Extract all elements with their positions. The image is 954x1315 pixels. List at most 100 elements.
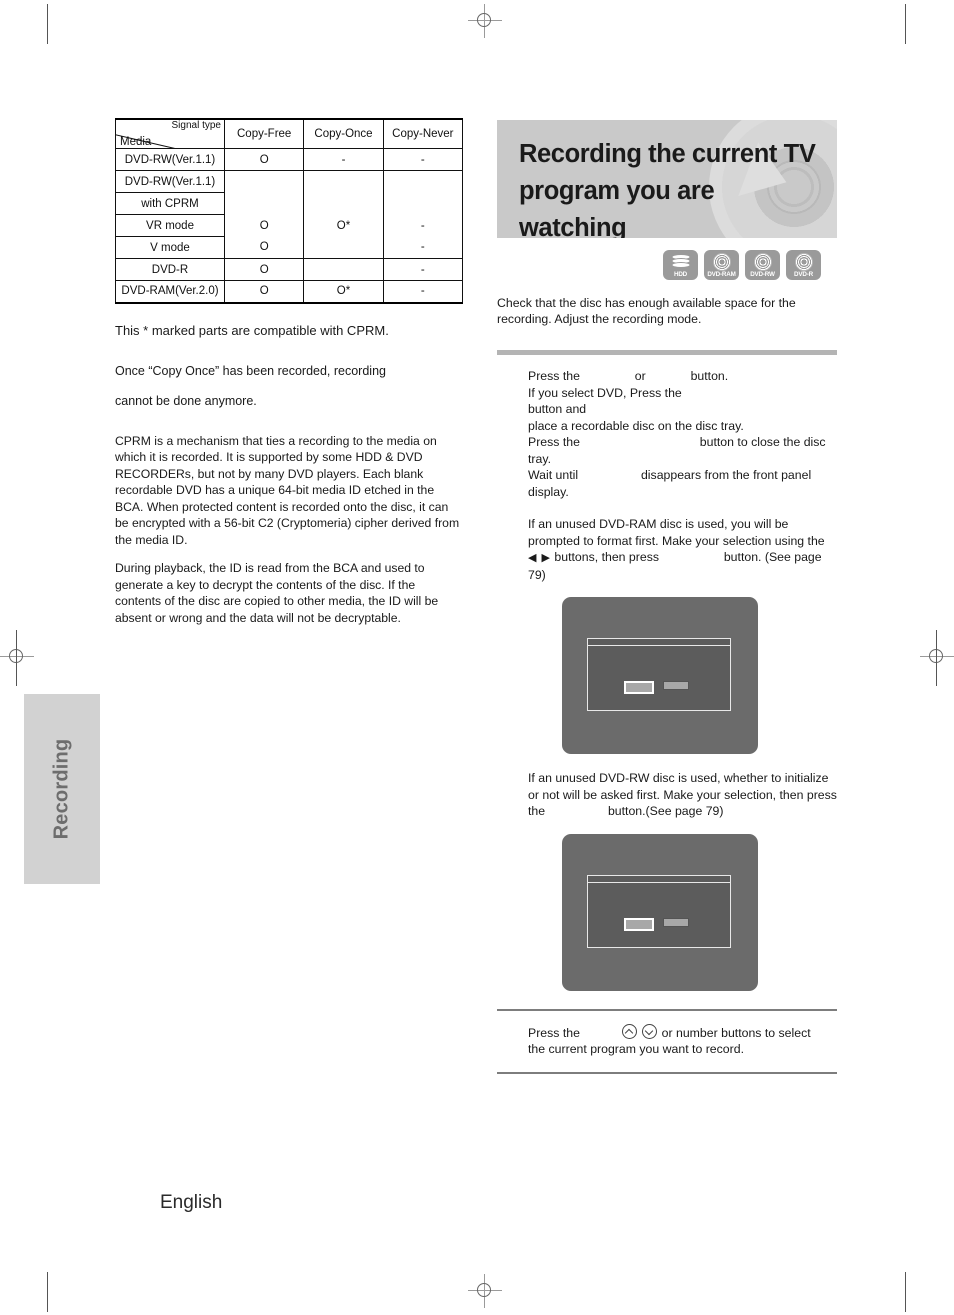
registration-mark-right (920, 640, 954, 674)
media-badge-dvd-r: DVD-R (786, 250, 821, 280)
channel-up-icon[interactable] (621, 1023, 637, 1039)
page-title-line2: program you are watching (519, 177, 715, 238)
dvdrw-note-line3-text-b: button.(See page 79) (607, 804, 724, 818)
cprm-asterisk-note: This * marked parts are compatible with … (115, 322, 389, 338)
cell-copy-once (303, 236, 384, 259)
disc-icon (794, 253, 813, 271)
section-title-banner: Recording the current TV program you are… (497, 120, 837, 238)
initialize-dialog (587, 874, 731, 948)
media-badge-label: DVD-RW (750, 271, 775, 278)
media-badge-label: DVD-RAM (707, 271, 736, 278)
registration-mark-left (0, 640, 34, 674)
trim-line-bottom-left (47, 1272, 48, 1312)
cell-copy-free (223, 192, 305, 215)
step2-line-1: Press the or number buttons to select (528, 1023, 837, 1042)
dvdrw-note-line3-text-a: the (528, 804, 546, 818)
dvdrw-note-line-1: If an unused DVD-RW disc is used, whethe… (528, 771, 829, 785)
dvdram-note-line-1: If an unused DVD-RAM disc is used, you w… (528, 517, 789, 531)
row-media-label: V mode (115, 236, 225, 259)
section-divider-top (497, 350, 837, 355)
column-header-copy-once: Copy-Once (303, 118, 384, 149)
dialog-confirm-button[interactable] (624, 917, 654, 931)
step-2-instructions: Press the or number buttons to select th… (497, 1023, 837, 1058)
media-badge-label: DVD-R (794, 271, 813, 278)
dvd-ram-format-note: If an unused DVD-RAM disc is used, you w… (497, 516, 837, 583)
footer-language-label: English (160, 1192, 223, 1213)
cell-copy-once (303, 170, 384, 193)
table-header-row: Signal type Media Copy-Free Copy-Once Co… (115, 118, 464, 149)
step1-line-5: Wait until disappears from the front pan… (528, 467, 837, 500)
trim-line-bottom-right (905, 1272, 906, 1312)
trim-line-right-mid (936, 630, 937, 686)
channel-down-icon[interactable] (642, 1023, 658, 1039)
cell-copy-never: - (382, 214, 464, 237)
page-title: Recording the current TV program you are… (519, 136, 819, 238)
left-right-arrow-icons: ◀ ▶ (528, 552, 551, 564)
table-row: DVD-RAM(Ver.2.0) O O* - (115, 280, 464, 304)
copy-once-note: Once “Copy Once” has been recorded, reco… (115, 356, 463, 416)
registration-mark-bottom (468, 1274, 502, 1308)
cell-copy-never: - (382, 258, 464, 281)
step1-line1-or: or (634, 369, 646, 383)
dialog-cancel-button[interactable] (663, 681, 689, 690)
intro-paragraph: Check that the disc has enough available… (497, 296, 796, 326)
step1-line1-text-b: button. (690, 369, 729, 383)
dialog-confirm-button[interactable] (624, 681, 654, 694)
dvdram-note-line3-text-a: buttons, then press (554, 550, 659, 564)
trim-line-left-mid (16, 630, 17, 686)
format-dialog (587, 638, 731, 711)
table-row: V mode O - (115, 236, 464, 259)
copy-protection-table: Signal type Media Copy-Free Copy-Once Co… (115, 118, 464, 304)
media-badge-dvd-ram: DVD-RAM (704, 250, 739, 280)
section-divider-bottom (497, 1071, 837, 1074)
dialog-button-row (624, 917, 689, 931)
cell-copy-free: O (223, 236, 305, 259)
cell-copy-never (382, 170, 464, 193)
step2-line1-text-a: Press the (528, 1025, 580, 1040)
playback-description-paragraph: During playback, the ID is read from the… (115, 561, 439, 625)
step1-line1-text-a: Press the (528, 369, 580, 383)
row-media-label: DVD-RW(Ver.1.1) (115, 170, 225, 193)
chapter-side-tab: Recording (24, 694, 100, 884)
dvd-ram-format-screenshot (497, 597, 837, 754)
tv-screen-mockup (562, 597, 758, 754)
row-media-label: DVD-RAM(Ver.2.0) (115, 280, 225, 304)
disc-icon (712, 253, 731, 271)
dialog-title-bar (588, 639, 730, 646)
dvd-rw-initialize-screenshot (497, 833, 837, 991)
column-header-copy-never: Copy-Never (382, 118, 464, 149)
step1-line5-text-a: Wait until (528, 468, 579, 482)
step1-line4-text-a: Press the (528, 435, 580, 449)
table-corner-header: Signal type Media (115, 118, 225, 149)
section-divider-middle (497, 1008, 837, 1011)
right-column: Recording the current TV program you are… (497, 120, 837, 1074)
cell-copy-never: - (382, 148, 464, 171)
dialog-cancel-button[interactable] (663, 917, 689, 927)
cell-copy-free: O (223, 148, 305, 171)
table-row: DVD-RW(Ver.1.1) (115, 170, 464, 193)
row-media-label: with CPRM (115, 192, 225, 215)
dvdram-note-line-2: prompted to format first. Make your sele… (528, 533, 825, 548)
left-column: Signal type Media Copy-Free Copy-Once Co… (115, 118, 464, 638)
signal-type-header-label: Signal type (171, 120, 221, 131)
dvdrw-note-line-3: the button.(See page 79) (528, 803, 837, 820)
cell-copy-free: O (223, 214, 305, 237)
copy-once-note-line1: Once “Copy Once” has been recorded, reco… (115, 363, 386, 378)
cell-copy-free (223, 170, 305, 193)
disc-icon (753, 253, 772, 271)
hdd-stack-icon (671, 254, 690, 269)
dialog-button-row (624, 681, 689, 694)
cell-copy-once: - (303, 148, 384, 171)
step1-line-2: If you select DVD, Press the button and (528, 385, 837, 418)
cell-copy-free: O (223, 258, 305, 281)
step2-line-2: the current program you want to record. (528, 1042, 744, 1056)
cell-copy-never: - (382, 236, 464, 259)
cell-copy-once: O* (303, 280, 384, 304)
cell-copy-once (303, 192, 384, 215)
dvdram-note-line-3: ◀ ▶ buttons, then press button. (See pag… (528, 549, 837, 583)
step-1-instructions: Press the or button. If you select DVD, … (497, 368, 837, 500)
trim-line-top-left (47, 4, 48, 44)
column-header-copy-free: Copy-Free (223, 118, 305, 149)
trim-line-top-right (905, 4, 906, 44)
cell-copy-once: O* (303, 214, 384, 237)
